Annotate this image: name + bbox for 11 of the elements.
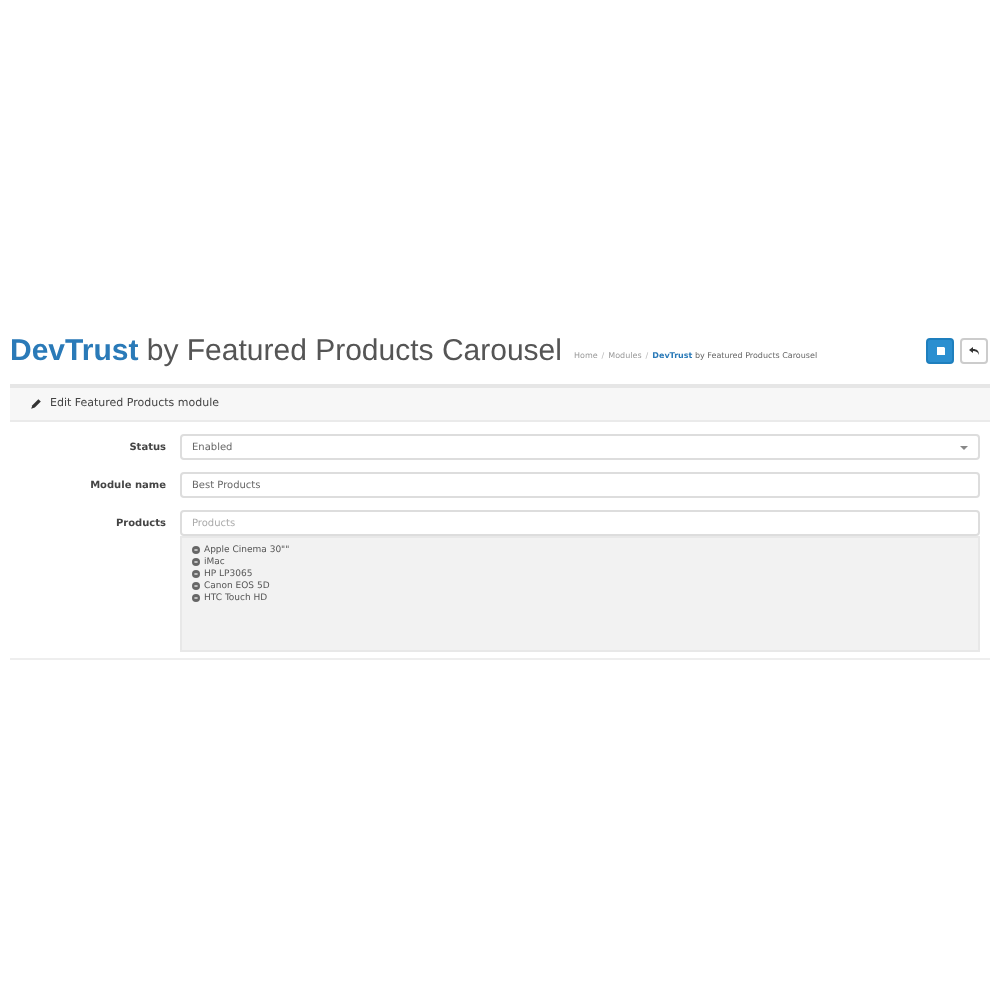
save-button[interactable]	[926, 337, 954, 363]
back-button[interactable]	[960, 337, 988, 363]
remove-icon[interactable]	[192, 582, 200, 590]
remove-icon[interactable]	[192, 570, 200, 578]
pencil-icon	[30, 398, 42, 410]
page-title: DevTrust by Featured Products Carousel	[10, 333, 562, 367]
remove-icon[interactable]	[192, 594, 200, 602]
remove-icon[interactable]	[192, 558, 200, 566]
remove-icon[interactable]	[192, 546, 200, 554]
save-icon	[935, 345, 945, 355]
back-icon	[968, 345, 980, 355]
